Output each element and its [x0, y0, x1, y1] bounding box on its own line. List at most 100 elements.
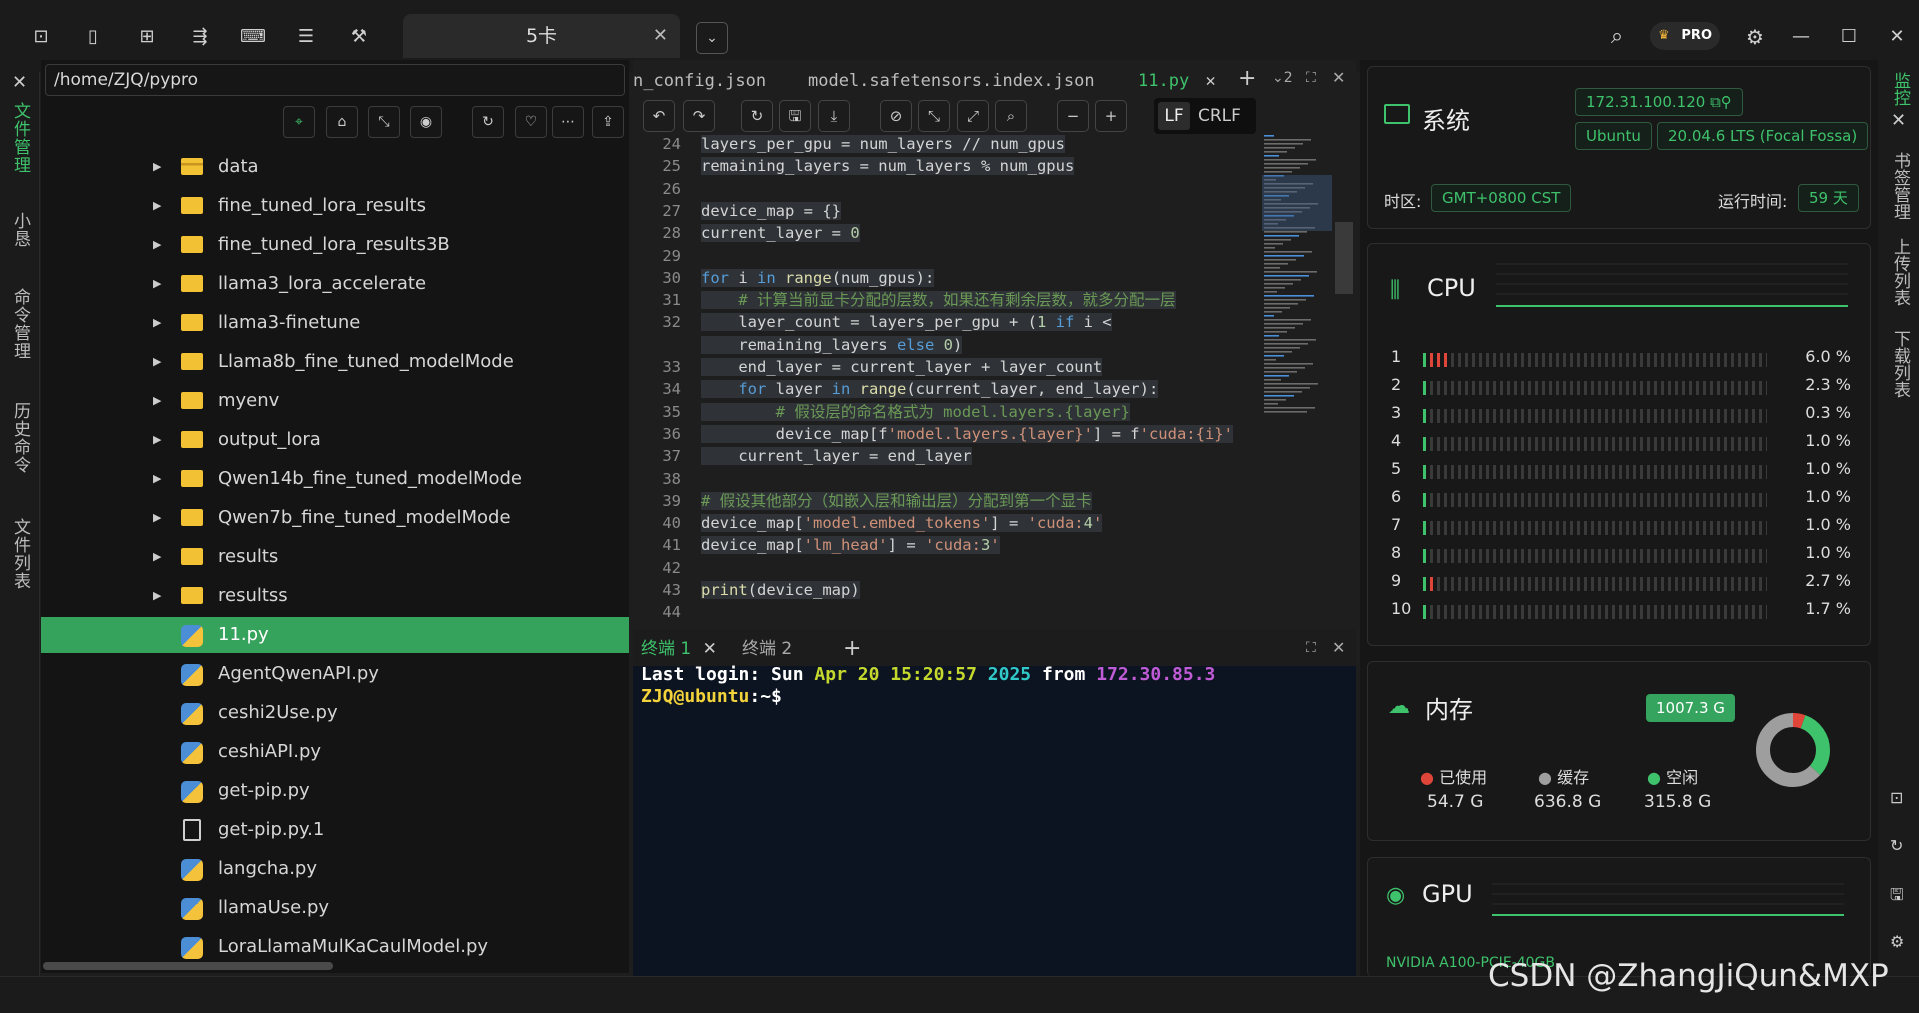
add-terminal-button[interactable]: +	[843, 632, 861, 666]
caret-right-icon[interactable]: ▶	[153, 539, 161, 575]
add-tab-button[interactable]: +	[1238, 66, 1256, 91]
search-icon[interactable]: ⌕	[1604, 24, 1630, 50]
folder-item[interactable]: ▶ llama3-finetune	[41, 305, 629, 341]
caret-right-icon[interactable]: ▶	[153, 227, 161, 263]
folder-item[interactable]: ▶ llama3_lora_accelerate	[41, 266, 629, 302]
expand-icon[interactable]: ⛶	[1306, 640, 1316, 656]
tree-icon[interactable]: ⇶	[187, 24, 213, 50]
tab-index-json[interactable]: model.safetensors.index.json	[808, 60, 1095, 102]
list-icon[interactable]: ☰	[293, 24, 319, 50]
download-icon[interactable]: ⤓	[818, 100, 850, 132]
tab-terminal-1[interactable]: 终端 1 ✕	[641, 632, 717, 666]
caret-right-icon[interactable]: ▶	[153, 305, 161, 341]
locate-icon[interactable]: ⌖	[283, 106, 315, 138]
chevron-down-icon[interactable]: ⌄	[696, 22, 728, 54]
reload-icon[interactable]: ↻	[741, 100, 773, 132]
code-line[interactable]: 28 current_layer = 0	[633, 222, 1273, 244]
file-item[interactable]: ceshi2Use.py	[41, 695, 629, 731]
code-line[interactable]: 33 end_layer = current_layer + layer_cou…	[633, 356, 1273, 378]
file-item[interactable]: 11.py	[41, 617, 629, 653]
folder-item[interactable]: ▶ results	[41, 539, 629, 575]
save-icon[interactable]: 🖫	[779, 100, 811, 132]
code-line[interactable]: 39 # 假设其他部分（如嵌入层和输出层）分配到第一个显卡	[633, 490, 1273, 512]
folder-item[interactable]: ▶ Qwen14b_fine_tuned_modelMode	[41, 461, 629, 497]
tab-terminal-2[interactable]: 终端 2	[742, 632, 792, 666]
caret-right-icon[interactable]: ▶	[153, 188, 161, 224]
folder-item[interactable]: ▶ myenv	[41, 383, 629, 419]
undo-icon[interactable]: ↶	[643, 100, 675, 132]
grid-icon[interactable]: ⊞	[134, 24, 160, 50]
caret-right-icon[interactable]: ▶	[153, 344, 161, 380]
save-icon[interactable]: 🖫	[1890, 884, 1904, 911]
code-line[interactable]: 24 layers_per_gpu = num_layers // num_gpu…	[633, 133, 1273, 155]
code-line[interactable]: 37 current_layer = end_layer	[633, 445, 1273, 467]
code-line[interactable]: 43 print(device_map)	[633, 579, 1273, 601]
redo-icon[interactable]: ↷	[683, 100, 715, 132]
caret-right-icon[interactable]: ▶	[153, 461, 161, 497]
bookmark-icon[interactable]: ▯	[80, 24, 106, 50]
terminal-icon[interactable]: ⊡	[28, 24, 54, 50]
gear-icon[interactable]: ⚙	[1742, 24, 1768, 50]
file-item[interactable]: llamaUse.py	[41, 890, 629, 926]
zoom-out-icon[interactable]: −	[1057, 100, 1089, 132]
heart-icon[interactable]: ♡	[515, 106, 547, 138]
refresh-icon[interactable]: ↻	[472, 106, 504, 138]
rail-downloads[interactable]: 下载列表	[1888, 330, 1913, 398]
console-icon[interactable]: ⌨	[240, 24, 266, 50]
rail-file-list[interactable]: 文件列表	[8, 518, 33, 590]
home-icon[interactable]: ⌂	[326, 106, 358, 138]
pro-badge[interactable]: ♛ PRO	[1650, 22, 1720, 50]
rail-xiaoken[interactable]: 小恳	[8, 212, 33, 248]
caret-right-icon[interactable]: ▶	[153, 500, 161, 536]
folder-item[interactable]: ▶ data	[41, 149, 629, 185]
eye-icon[interactable]: ◉	[410, 106, 442, 138]
code-line[interactable]: 27 device_map = {}	[633, 200, 1273, 222]
folder-item[interactable]: ▶ Qwen7b_fine_tuned_modelMode	[41, 500, 629, 536]
expand-icon[interactable]: ⛶	[1306, 70, 1316, 86]
code-line[interactable]: 25 remaining_layers = num_layers % num_gp…	[633, 155, 1273, 177]
refresh-icon[interactable]: ↻	[1890, 836, 1903, 855]
ip-pill[interactable]: 172.31.100.120 ⧉⚲	[1575, 88, 1743, 116]
enlarge-icon[interactable]: ⤢	[957, 100, 989, 132]
minimap[interactable]	[1262, 135, 1332, 425]
file-item[interactable]: AgentQwenAPI.py	[41, 656, 629, 692]
close-icon[interactable]: ✕	[653, 14, 668, 58]
code-line[interactable]: 29	[633, 245, 1273, 267]
horizontal-scrollbar[interactable]	[43, 962, 333, 970]
tab-11-py[interactable]: 11.py ✕	[1126, 60, 1228, 102]
maximize-icon[interactable]: ☐	[1836, 24, 1862, 50]
code-line[interactable]: 38	[633, 468, 1273, 490]
more-icon[interactable]: ⋯	[552, 106, 584, 138]
wrench-icon[interactable]: ⚒	[346, 24, 372, 50]
rail-uploads[interactable]: 上传列表	[1888, 238, 1913, 306]
folder-item[interactable]: ▶ fine_tuned_lora_results3B	[41, 227, 629, 263]
code-line[interactable]: 30 for i in range(num_gpus):	[633, 267, 1273, 289]
code-line[interactable]: 26	[633, 178, 1273, 200]
pin-icon[interactable]: ⚲	[1721, 93, 1732, 111]
folder-item[interactable]: ▶ output_lora	[41, 422, 629, 458]
rail-bookmarks[interactable]: 书签管理	[1888, 152, 1913, 220]
minimize-icon[interactable]: —	[1788, 24, 1814, 50]
code-line[interactable]: 44	[633, 601, 1273, 623]
file-item[interactable]: get-pip.py	[41, 773, 629, 809]
gear-icon[interactable]: ⚙	[1890, 932, 1904, 951]
close-icon[interactable]: ✕	[12, 72, 27, 93]
rail-history[interactable]: 历史命令	[8, 402, 33, 474]
file-item[interactable]: get-pip.py.1	[41, 812, 629, 848]
vertical-scrollbar[interactable]	[1335, 222, 1353, 294]
rail-command-manager[interactable]: 命令管理	[8, 288, 33, 360]
file-item[interactable]: ceshiAPI.py	[41, 734, 629, 770]
close-icon[interactable]: ✕	[1332, 638, 1345, 657]
close-icon[interactable]: ✕	[1332, 68, 1345, 87]
caret-right-icon[interactable]: ▶	[153, 422, 161, 458]
find-icon[interactable]: ⌕	[995, 100, 1027, 132]
session-tab[interactable]: 5卡 ✕	[403, 14, 680, 58]
minimap-viewport[interactable]	[1262, 175, 1332, 231]
rail-monitor[interactable]: 监控	[1888, 72, 1913, 106]
caret-right-icon[interactable]: ▶	[153, 578, 161, 614]
folder-item[interactable]: ▶ fine_tuned_lora_results	[41, 188, 629, 224]
upload-icon[interactable]: ⇪	[592, 106, 624, 138]
eol-crlf[interactable]: CRLF	[1198, 102, 1241, 130]
code-line[interactable]: 41 device_map['lm_head'] = 'cuda:3'	[633, 534, 1273, 556]
caret-right-icon[interactable]: ▶	[153, 383, 161, 419]
